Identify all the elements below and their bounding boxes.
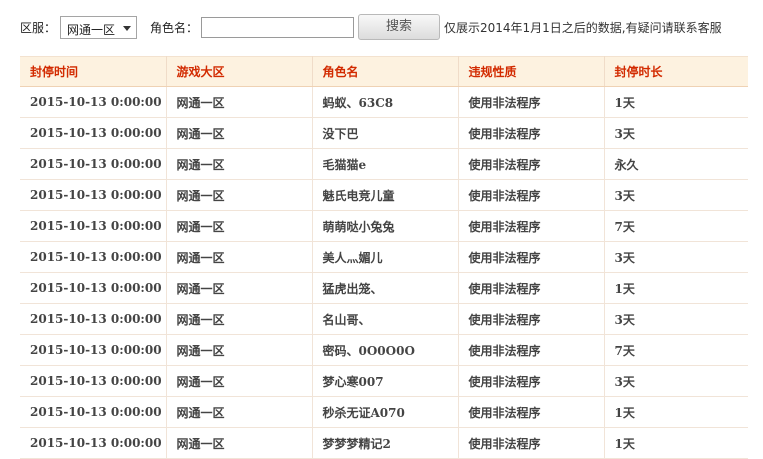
- cell-violation-type: 使用非法程序: [458, 210, 605, 242]
- cell-violation-type: 使用非法程序: [458, 86, 605, 118]
- cell-character-name: 没下巴: [312, 117, 459, 149]
- cell-violation-type: 使用非法程序: [458, 427, 605, 459]
- cell-violation-type: 使用非法程序: [458, 179, 605, 211]
- table-row: 2015-10-13 0:00:00 网通一区 梦心寒007 使用非法程序 3天: [20, 365, 748, 397]
- region-select-value: 网通一区: [67, 23, 116, 37]
- cell-character-name: 萌萌哒小兔兔: [312, 210, 459, 242]
- cell-ban-duration: 3天: [604, 303, 748, 335]
- cell-violation-type: 使用非法程序: [458, 272, 605, 304]
- header-ban-time: 封停时间: [20, 56, 167, 87]
- cell-ban-time: 2015-10-13 0:00:00: [20, 272, 167, 304]
- cell-game-region: 网通一区: [166, 179, 313, 211]
- table-row: 2015-10-13 0:00:00 网通一区 梦梦梦精记2 使用非法程序 1天: [20, 427, 748, 459]
- cell-game-region: 网通一区: [166, 303, 313, 335]
- cell-character-name: 名山哥、: [312, 303, 459, 335]
- character-name-input[interactable]: [201, 17, 354, 38]
- cell-game-region: 网通一区: [166, 334, 313, 366]
- cell-ban-duration: 3天: [604, 179, 748, 211]
- table-row: 2015-10-13 0:00:00 网通一区 美人灬媚儿 使用非法程序 3天: [20, 241, 748, 273]
- header-character-name: 角色名: [312, 56, 459, 87]
- cell-character-name: 梦梦梦精记2: [312, 427, 459, 459]
- cell-violation-type: 使用非法程序: [458, 303, 605, 335]
- cell-game-region: 网通一区: [166, 210, 313, 242]
- cell-character-name: 毛猫猫e: [312, 148, 459, 180]
- table-header-row: 封停时间 游戏大区 角色名 违规性质 封停时长: [20, 56, 748, 87]
- cell-violation-type: 使用非法程序: [458, 365, 605, 397]
- cell-ban-time: 2015-10-13 0:00:00: [20, 148, 167, 180]
- filter-bar: 区服： 网通一区 角色名： 搜索 仅展示2014年1月1日之后的数据,有疑问请联…: [0, 0, 763, 56]
- cell-character-name: 蚂蚁、63C8: [312, 86, 459, 118]
- cell-ban-duration: 1天: [604, 427, 748, 459]
- cell-ban-time: 2015-10-13 0:00:00: [20, 303, 167, 335]
- cell-ban-time: 2015-10-13 0:00:00: [20, 210, 167, 242]
- region-select[interactable]: 网通一区: [60, 16, 137, 39]
- cell-ban-time: 2015-10-13 0:00:00: [20, 86, 167, 118]
- header-ban-duration: 封停时长: [604, 56, 748, 87]
- cell-ban-time: 2015-10-13 0:00:00: [20, 396, 167, 428]
- cell-violation-type: 使用非法程序: [458, 334, 605, 366]
- character-name-label: 角色名：: [150, 21, 199, 35]
- cell-ban-duration: 1天: [604, 86, 748, 118]
- cell-ban-time: 2015-10-13 0:00:00: [20, 334, 167, 366]
- cell-ban-time: 2015-10-13 0:00:00: [20, 365, 167, 397]
- data-range-notice: 仅展示2014年1月1日之后的数据,有疑问请联系客服: [444, 21, 722, 35]
- table-row: 2015-10-13 0:00:00 网通一区 萌萌哒小兔兔 使用非法程序 7天: [20, 210, 748, 242]
- cell-character-name: 密码、0O0O0O: [312, 334, 459, 366]
- cell-ban-time: 2015-10-13 0:00:00: [20, 117, 167, 149]
- table-row: 2015-10-13 0:00:00 网通一区 名山哥、 使用非法程序 3天: [20, 303, 748, 335]
- region-label: 区服：: [20, 21, 57, 35]
- cell-game-region: 网通一区: [166, 86, 313, 118]
- cell-ban-duration: 7天: [604, 334, 748, 366]
- cell-ban-duration: 3天: [604, 365, 748, 397]
- cell-ban-duration: 1天: [604, 396, 748, 428]
- cell-ban-duration: 3天: [604, 241, 748, 273]
- cell-game-region: 网通一区: [166, 272, 313, 304]
- cell-ban-duration: 1天: [604, 272, 748, 304]
- cell-ban-time: 2015-10-13 0:00:00: [20, 427, 167, 459]
- cell-character-name: 美人灬媚儿: [312, 241, 459, 273]
- header-violation-type: 违规性质: [458, 56, 605, 87]
- cell-character-name: 魅氏电竞儿童: [312, 179, 459, 211]
- cell-ban-time: 2015-10-13 0:00:00: [20, 241, 167, 273]
- cell-ban-duration: 7天: [604, 210, 748, 242]
- table-row: 2015-10-13 0:00:00 网通一区 秒杀无证A070 使用非法程序 …: [20, 396, 748, 428]
- cell-ban-time: 2015-10-13 0:00:00: [20, 179, 167, 211]
- table-row: 2015-10-13 0:00:00 网通一区 猛虎出笼、 使用非法程序 1天: [20, 272, 748, 304]
- cell-game-region: 网通一区: [166, 241, 313, 273]
- cell-game-region: 网通一区: [166, 396, 313, 428]
- table-row: 2015-10-13 0:00:00 网通一区 蚂蚁、63C8 使用非法程序 1…: [20, 86, 748, 118]
- header-game-region: 游戏大区: [166, 56, 313, 87]
- cell-ban-duration: 3天: [604, 117, 748, 149]
- cell-ban-duration: 永久: [604, 148, 748, 180]
- cell-game-region: 网通一区: [166, 148, 313, 180]
- table-row: 2015-10-13 0:00:00 网通一区 密码、0O0O0O 使用非法程序…: [20, 334, 748, 366]
- cell-character-name: 猛虎出笼、: [312, 272, 459, 304]
- table-row: 2015-10-13 0:00:00 网通一区 没下巴 使用非法程序 3天: [20, 117, 748, 149]
- ban-records-table: 封停时间 游戏大区 角色名 违规性质 封停时长 2015-10-13 0:00:…: [20, 56, 748, 459]
- cell-game-region: 网通一区: [166, 365, 313, 397]
- cell-violation-type: 使用非法程序: [458, 241, 605, 273]
- table-row: 2015-10-13 0:00:00 网通一区 魅氏电竞儿童 使用非法程序 3天: [20, 179, 748, 211]
- cell-game-region: 网通一区: [166, 117, 313, 149]
- cell-violation-type: 使用非法程序: [458, 117, 605, 149]
- cell-violation-type: 使用非法程序: [458, 148, 605, 180]
- cell-character-name: 秒杀无证A070: [312, 396, 459, 428]
- search-button[interactable]: 搜索: [358, 14, 440, 40]
- cell-game-region: 网通一区: [166, 427, 313, 459]
- cell-violation-type: 使用非法程序: [458, 396, 605, 428]
- table-row: 2015-10-13 0:00:00 网通一区 毛猫猫e 使用非法程序 永久: [20, 148, 748, 180]
- cell-character-name: 梦心寒007: [312, 365, 459, 397]
- chevron-down-icon: [123, 26, 131, 31]
